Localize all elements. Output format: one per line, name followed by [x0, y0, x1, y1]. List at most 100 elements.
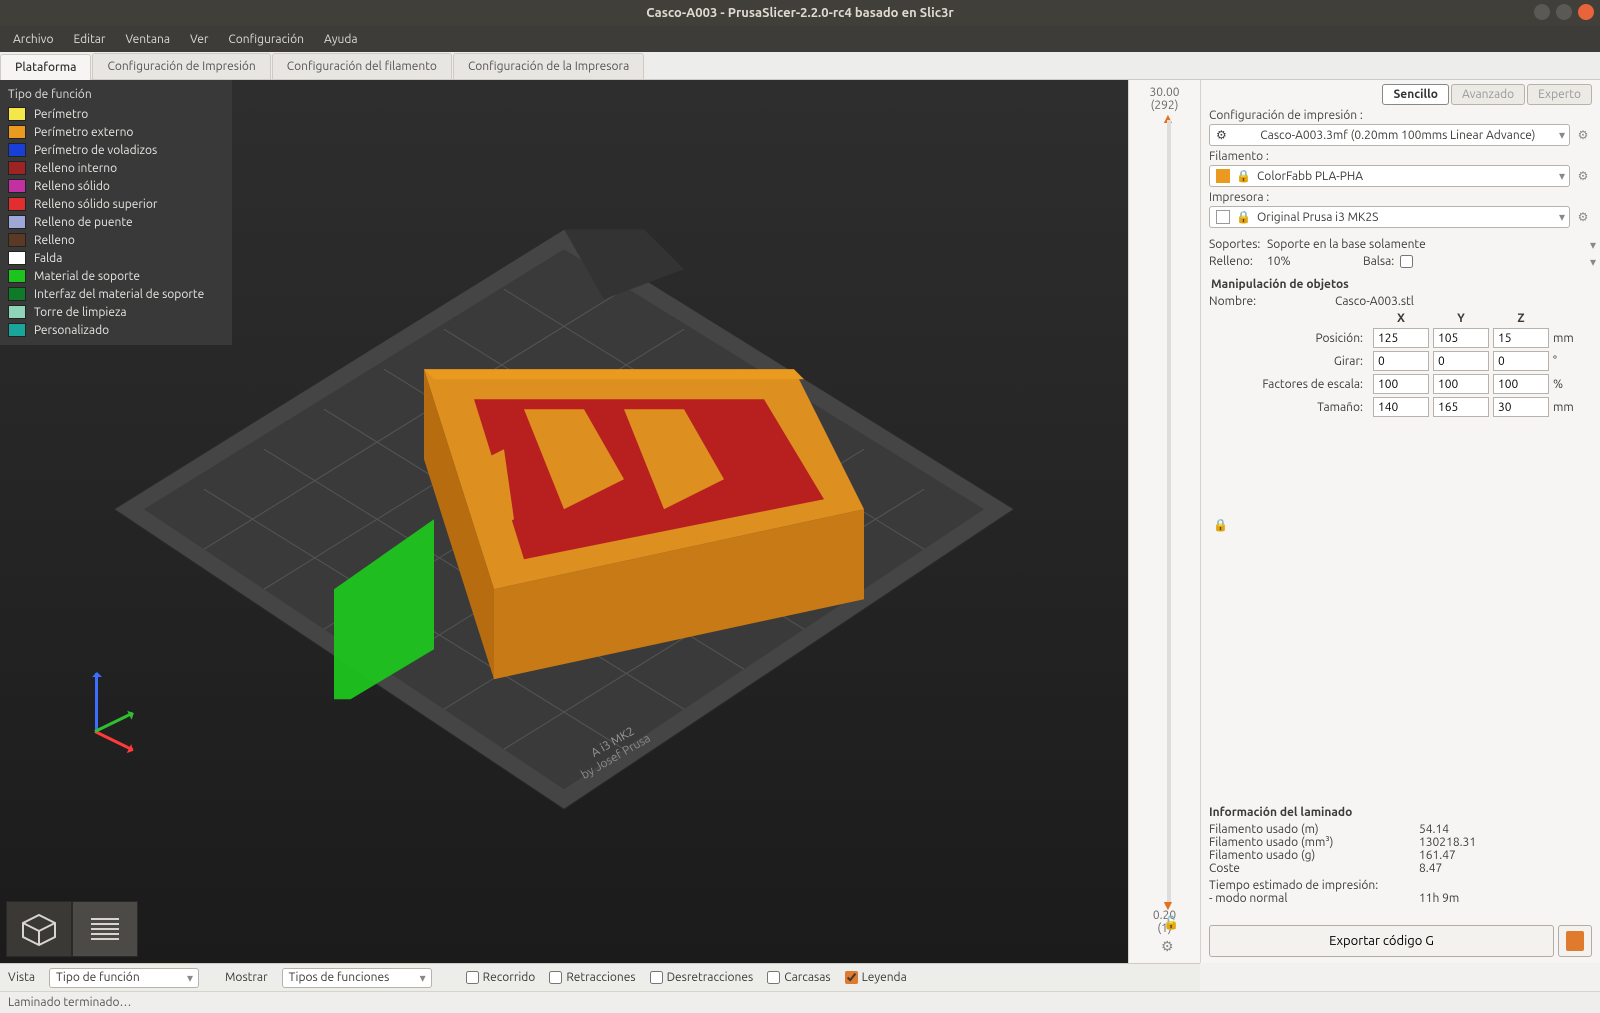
right-panel: Sencillo Avanzado Experto Configuración … [1200, 80, 1600, 963]
slider-lock-icon[interactable]: 🔓 [1163, 916, 1179, 931]
printer-label: Impresora : [1209, 191, 1592, 204]
axis-gizmo [85, 663, 145, 733]
printer-gear-icon[interactable]: ⚙ [1574, 210, 1592, 224]
filament-gear-icon[interactable]: ⚙ [1574, 169, 1592, 183]
window-title: Casco-A003 - PrusaSlicer-2.2.0-rc4 basad… [646, 6, 954, 20]
tab-filament-settings[interactable]: Configuración del filamento [272, 53, 452, 79]
view-label: Vista [8, 971, 35, 984]
main-tabs: Plataforma Configuración de Impresión Co… [0, 52, 1600, 80]
rotate-z[interactable] [1493, 351, 1549, 371]
legend-item: Perímetro de voladizos [34, 144, 157, 157]
menu-window[interactable]: Ventana [116, 29, 179, 50]
z-column: Z [1493, 312, 1549, 325]
view-select[interactable]: Tipo de función [49, 968, 199, 988]
size-z[interactable] [1493, 397, 1549, 417]
rotate-y[interactable] [1433, 351, 1489, 371]
chevron-down-icon: ▾ [1559, 210, 1565, 224]
legend-item: Material de soporte [34, 270, 140, 283]
sliced-info-title: Información del laminado [1209, 806, 1592, 819]
position-x[interactable] [1373, 328, 1429, 348]
rotate-x[interactable] [1373, 351, 1429, 371]
view-3d-button[interactable] [6, 901, 72, 957]
retractions-checkbox[interactable] [549, 971, 562, 984]
show-select[interactable]: Tipos de funciones [282, 968, 432, 988]
filament-select[interactable]: 🔒 ColorFabb PLA-PHA ▾ [1209, 165, 1570, 187]
legend-item: Falda [34, 252, 62, 265]
object-name-label: Nombre: [1209, 295, 1329, 308]
print-settings-label: Configuración de impresión : [1209, 109, 1592, 122]
lock-icon: 🔒 [1236, 169, 1251, 183]
tab-print-settings[interactable]: Configuración de Impresión [92, 53, 270, 79]
size-label: Tamaño: [1209, 401, 1369, 414]
infill-select[interactable]: 10%▾ [1267, 255, 1337, 268]
slider-top-value: 30.00 [1149, 86, 1179, 99]
position-y[interactable] [1433, 328, 1489, 348]
legend-item: Relleno de puente [34, 216, 133, 229]
scale-label: Factores de escala: [1209, 378, 1369, 391]
object-name-value: Casco-A003.stl [1335, 295, 1414, 308]
legend-item: Relleno sólido superior [34, 198, 157, 211]
export-gcode-button[interactable]: Exportar código G [1209, 925, 1554, 957]
mode-simple[interactable]: Sencillo [1382, 84, 1448, 105]
travel-checkbox[interactable] [466, 971, 479, 984]
sliced-info: Información del laminado Filamento usado… [1209, 806, 1592, 905]
tab-printer-settings[interactable]: Configuración de la Impresora [453, 53, 644, 79]
mode-advanced[interactable]: Avanzado [1451, 84, 1525, 105]
filament-color-icon [1216, 169, 1230, 183]
menu-view[interactable]: Ver [181, 29, 217, 50]
menu-edit[interactable]: Editar [65, 29, 115, 50]
show-label: Mostrar [225, 971, 268, 984]
legend-item: Perímetro externo [34, 126, 133, 139]
supports-label: Soportes: [1209, 238, 1261, 251]
3d-viewport[interactable]: A i3 MK2 by Josef Prusa [0, 80, 1128, 963]
shells-checkbox[interactable] [767, 971, 780, 984]
supports-select[interactable]: Soporte en la base solamente▾ [1267, 238, 1592, 251]
legend-item: Relleno interno [34, 162, 117, 175]
scale-x[interactable] [1373, 374, 1429, 394]
y-column: Y [1433, 312, 1489, 325]
position-z[interactable] [1493, 328, 1549, 348]
titlebar: Casco-A003 - PrusaSlicer-2.2.0-rc4 basad… [0, 0, 1600, 26]
size-y[interactable] [1433, 397, 1489, 417]
legend-item: Torre de limpieza [34, 306, 127, 319]
close-button[interactable] [1578, 4, 1594, 20]
minimize-button[interactable] [1534, 4, 1550, 20]
legend-item: Interfaz del material de soporte [34, 288, 204, 301]
unretractions-checkbox[interactable] [650, 971, 663, 984]
preview-options-bar: Vista Tipo de función Mostrar Tipos de f… [0, 963, 1200, 991]
size-x[interactable] [1373, 397, 1429, 417]
menu-file[interactable]: Archivo [4, 29, 63, 50]
view-layers-button[interactable] [72, 901, 138, 957]
menu-config[interactable]: Configuración [219, 29, 313, 50]
chevron-down-icon: ▾ [1559, 169, 1565, 183]
print-settings-gear-icon[interactable]: ⚙ [1574, 128, 1592, 142]
legend-item: Perímetro [34, 108, 88, 121]
maximize-button[interactable] [1556, 4, 1572, 20]
status-text: Laminado terminado… [8, 996, 131, 1009]
printer-icon [1216, 210, 1230, 224]
rotate-label: Girar: [1209, 355, 1369, 368]
menu-help[interactable]: Ayuda [315, 29, 367, 50]
mode-expert[interactable]: Experto [1527, 84, 1592, 105]
legend-item: Personalizado [34, 324, 109, 337]
scale-y[interactable] [1433, 374, 1489, 394]
printer-select[interactable]: 🔒 Original Prusa i3 MK2S ▾ [1209, 206, 1570, 228]
object-manipulation-title: Manipulación de objetos [1211, 278, 1592, 291]
slider-gear-icon[interactable]: ⚙ [1161, 938, 1174, 955]
raft-label: Balsa: [1363, 255, 1394, 268]
raft-checkbox[interactable] [1400, 255, 1413, 268]
feature-legend: Tipo de función Perímetro Perímetro exte… [0, 80, 232, 345]
layer-slider[interactable]: 30.00 (292) ▲ ▼ 0.20 (1) 🔓 ⚙ [1128, 80, 1200, 963]
legend-title: Tipo de función [0, 86, 232, 105]
export-sd-button[interactable] [1558, 925, 1592, 957]
chevron-down-icon: ▾ [1559, 128, 1565, 142]
x-column: X [1373, 312, 1429, 325]
tab-plater[interactable]: Plataforma [0, 54, 91, 80]
legend-checkbox[interactable] [845, 971, 858, 984]
scale-z[interactable] [1493, 374, 1549, 394]
legend-item: Relleno [34, 234, 75, 247]
sd-card-icon [1566, 931, 1584, 951]
scale-lock-icon[interactable]: 🔒 [1213, 518, 1228, 532]
print-settings-select[interactable]: ⚙ Casco-A003.3mf (0.20mm 100mms Linear A… [1209, 124, 1570, 146]
filament-label: Filamento : [1209, 150, 1592, 163]
